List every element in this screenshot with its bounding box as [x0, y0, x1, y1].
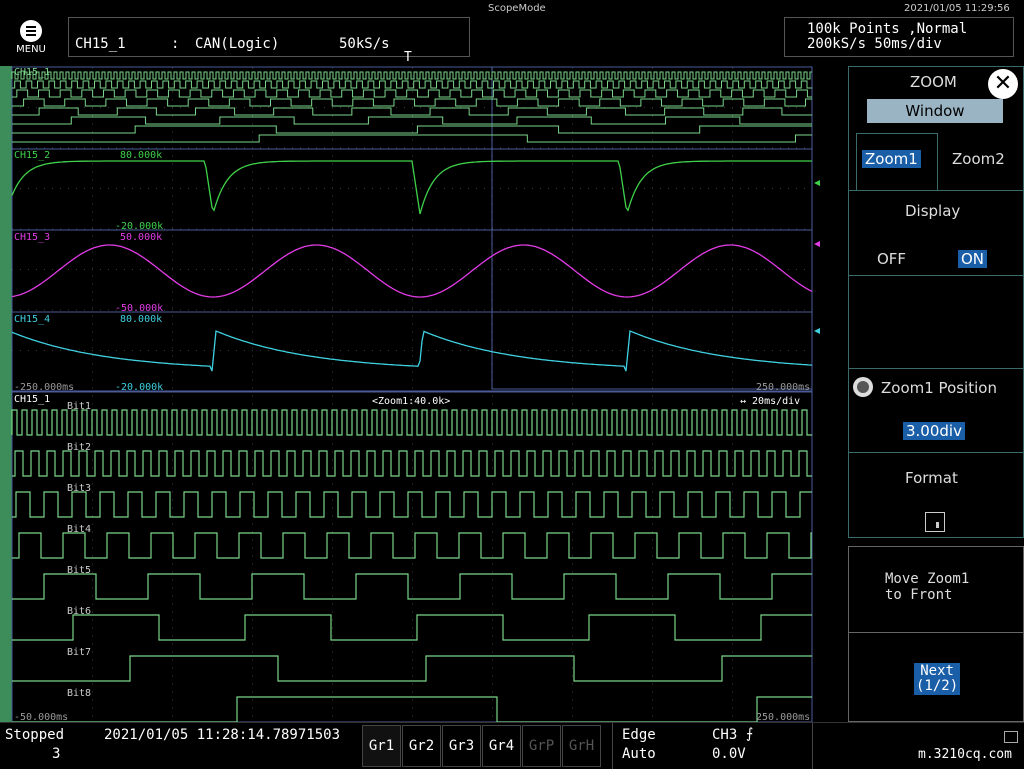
zoom-time-end: 250.000ms [756, 712, 810, 722]
trigger-timestamp: 2021/01/05 11:28:14.78971503 [104, 727, 341, 743]
ch15-3-bottom-scale: -50.000k [115, 303, 163, 314]
group-button-gr2[interactable]: Gr2 [402, 725, 441, 767]
window-button[interactable]: Window [867, 99, 1003, 123]
zoom-bit-label: Bit3 [67, 483, 91, 494]
ch15-2-bottom-scale: -20.000k [115, 221, 163, 232]
tab-zoom1[interactable]: Zoom1 [862, 150, 921, 168]
zoom-channel-label: CH15_1 [14, 394, 50, 405]
zoom-bit-label: Bit5 [67, 565, 91, 576]
menu-label: MENU [16, 44, 46, 55]
zoom1-position-label: Zoom1 Position [881, 379, 997, 397]
acquisition-points: 100k Points ,Normal [807, 21, 968, 37]
status-bar: Stopped 3 2021/01/05 11:28:14.78971503 G… [0, 722, 1024, 769]
group-button-grp[interactable]: GrP [522, 725, 561, 767]
close-icon: ✕ [993, 71, 1013, 96]
display-label: Display [905, 202, 961, 220]
trace-separator: : [171, 36, 180, 52]
group-button-gr1[interactable]: Gr1 [362, 725, 401, 767]
scope-mode-label: ScopeMode [488, 3, 546, 14]
menu-icon [20, 20, 42, 42]
acquisition-count: 3 [52, 746, 61, 762]
zoom-bit-label: Bit8 [67, 688, 91, 699]
datetime-label: 2021/01/05 11:29:56 [904, 3, 1010, 14]
zoom-bit-label: Bit4 [67, 524, 91, 535]
trigger-type: Edge [622, 727, 656, 743]
acquisition-info-box: 100k Points ,Normal 200kS/s 50ms/div [784, 17, 1014, 57]
trace-name: CH15_1 [75, 36, 126, 52]
zoom-bit-label: Bit2 [67, 442, 91, 453]
tab-zoom2[interactable]: Zoom2 [952, 150, 1005, 168]
format-icon [936, 522, 939, 528]
ch15-3-top-scale: 50.000k [120, 232, 162, 243]
storage-icon [1004, 731, 1018, 743]
group-button-grh[interactable]: GrH [562, 725, 601, 767]
display-on-option[interactable]: ON [958, 250, 988, 268]
group-button-gr3[interactable]: Gr3 [442, 725, 481, 767]
knob-icon [853, 377, 873, 397]
group-button-gr4[interactable]: Gr4 [482, 725, 521, 767]
trace-rate: 50kS/s [339, 36, 390, 52]
menu-button[interactable]: MENU [8, 20, 54, 60]
zoom-bit-label: Bit6 [67, 606, 91, 617]
waveform-display[interactable]: CH15_1 CH15_2 80.000k -20.000k CH15_3 50… [0, 66, 850, 722]
format-button[interactable] [925, 512, 945, 532]
trace-type: CAN(Logic) [195, 36, 280, 52]
display-off-option[interactable]: OFF [877, 250, 906, 268]
acquisition-state: Stopped [5, 727, 65, 743]
panel-title: ZOOM [910, 73, 957, 91]
trigger-source: CH3 [712, 727, 738, 743]
ch15-3-label: CH15_3 [14, 232, 50, 243]
trigger-position-marker[interactable]: T [404, 50, 412, 65]
acquisition-rate: 200kS/s 50ms/div [807, 36, 942, 52]
zoom-bit-trace [11, 409, 812, 436]
ch15-2-label: CH15_2 [14, 150, 50, 161]
main-time-start: -250.000ms [14, 382, 74, 393]
ch15-4-top-scale: 80.000k [120, 314, 162, 325]
ch15-1-label: CH15_1 [14, 67, 50, 78]
watermark: m.3210cq.com [918, 747, 1012, 762]
zoom-bit-label: Bit7 [67, 647, 91, 658]
ch15-4-label: CH15_4 [14, 314, 50, 325]
rising-edge-icon: ⨍ [746, 726, 754, 742]
format-label: Format [905, 469, 958, 487]
zoom-timebase-label: ↔ 20ms/div [740, 396, 800, 407]
close-button[interactable]: ✕ [988, 69, 1018, 99]
trigger-mode: Auto [622, 746, 656, 762]
group-buttons: Gr1 Gr2 Gr3 Gr4 GrP GrH [362, 723, 612, 769]
next-page-button[interactable]: Next (1/2) [848, 632, 1024, 722]
zoom-time-start: -50.000ms [14, 712, 68, 722]
trigger-level: 0.0V [712, 746, 746, 762]
zoom1-position-input[interactable]: 3.00div [903, 422, 965, 440]
ch15-2-top-scale: 80.000k [120, 150, 162, 161]
ch15-4-bottom-scale: -20.000k [115, 382, 163, 393]
move-zoom1-front-button[interactable]: Move Zoom1 to Front [848, 546, 1024, 633]
zoom-factor-label: <Zoom1:40.0k> [372, 396, 450, 407]
zoom-bit-label: Bit1 [67, 401, 91, 412]
zoom-menu-panel: ZOOM ✕ Window Zoom1 Zoom2 Display OFF ON… [848, 66, 1024, 722]
main-time-end: 250.000ms [756, 382, 810, 393]
